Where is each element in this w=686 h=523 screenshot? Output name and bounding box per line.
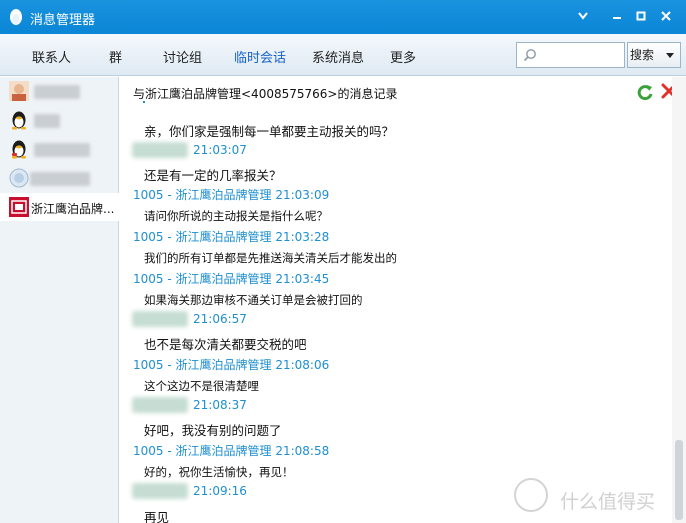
message-text: 亲，你们家是强制每一单都要主动报关的吗？ xyxy=(144,124,395,139)
tab-groups[interactable]: 群 xyxy=(109,47,122,66)
message-text: 再见 xyxy=(144,510,170,523)
maximize-icon xyxy=(636,11,646,21)
avatar-photo-icon xyxy=(9,81,29,101)
blurred-name xyxy=(30,172,90,186)
message-text: 我们的所有订单都是先推送海关清关后才能发出的 xyxy=(144,251,397,265)
message-text: 好的，祝你生活愉快，再见！ xyxy=(144,465,294,479)
blurred-sender xyxy=(132,142,188,158)
search-button[interactable]: 搜索 xyxy=(627,42,681,68)
qq-penguin-icon xyxy=(12,140,26,159)
message-time: 21:09:16 xyxy=(193,484,247,498)
contact-item[interactable] xyxy=(0,77,119,105)
contact-name: 浙江鹰泊品牌... xyxy=(31,202,115,216)
message-meta: 1005 - 浙江鹰泊品牌管理 21:03:28 xyxy=(133,228,329,245)
message-sender: 1005 - 浙江鹰泊品牌管理 xyxy=(133,272,272,286)
message-text: 也不是每次清关都要交税的吧 xyxy=(144,337,307,352)
refresh-icon[interactable] xyxy=(636,83,654,101)
blurred-sender xyxy=(132,483,188,499)
caret-down-icon xyxy=(666,53,674,58)
window-title: 消息管理器 xyxy=(30,13,96,28)
blurred-name xyxy=(34,85,80,99)
close-button[interactable] xyxy=(655,6,677,26)
search-box xyxy=(516,42,625,68)
message-time: 21:03:28 xyxy=(275,230,330,244)
message-sender: 1005 - 浙江鹰泊品牌管理 xyxy=(133,444,272,458)
message-time: 21:03:09 xyxy=(275,188,330,202)
message-time: 21:03:45 xyxy=(275,272,330,286)
message-time: 21:06:57 xyxy=(193,312,247,326)
contact-item-selected[interactable]: 浙江鹰泊品牌... xyxy=(0,193,119,221)
message-meta: 1005 - 浙江鹰泊品牌管理 21:08:58 xyxy=(133,442,329,459)
scrollbar-thumb[interactable] xyxy=(675,440,683,520)
title-bar: 消息管理器 xyxy=(0,0,686,34)
message-text: 请问你所说的主动报关是指什么呢？ xyxy=(144,209,328,223)
tab-discussion-groups[interactable]: 讨论组 xyxy=(163,47,202,66)
close-icon xyxy=(661,11,671,21)
watermark-text: 什么值得买 xyxy=(560,491,656,513)
tab-more[interactable]: 更多 xyxy=(390,47,416,66)
message-sender: 1005 - 浙江鹰泊品牌管理 xyxy=(133,358,272,372)
blurred-sender xyxy=(132,397,188,413)
scroll-marker xyxy=(143,101,145,103)
brand-logo-icon xyxy=(9,197,29,217)
message-text: 还是有一定的几率报关？ xyxy=(144,168,282,183)
message-time: 21:08:06 xyxy=(275,358,330,372)
search-icon xyxy=(523,49,536,62)
minimize-button[interactable] xyxy=(606,6,628,26)
contact-item[interactable] xyxy=(0,164,119,192)
message-time: 21:03:07 xyxy=(193,143,247,157)
contact-list: 浙江鹰泊品牌... xyxy=(0,77,119,523)
search-input[interactable] xyxy=(541,45,621,65)
message-meta: 1005 - 浙江鹰泊品牌管理 21:08:06 xyxy=(133,356,329,373)
contact-item[interactable] xyxy=(0,135,119,163)
watermark-logo xyxy=(514,478,548,512)
blurred-name xyxy=(34,143,90,157)
search-button-label: 搜索 xyxy=(630,48,655,62)
message-meta: 1005 - 浙江鹰泊品牌管理 21:03:09 xyxy=(133,186,329,203)
message-text: 好吧，我没有别的问题了 xyxy=(144,423,282,438)
message-sender: 1005 - 浙江鹰泊品牌管理 xyxy=(133,230,272,244)
message-text: 如果海关那边审核不通关订单是会被打回的 xyxy=(144,293,363,307)
round-avatar-icon xyxy=(9,168,29,188)
message-text: 这个这边不是很清楚哩 xyxy=(144,379,259,393)
chevron-down-icon xyxy=(578,12,588,20)
qq-penguin-icon xyxy=(10,9,22,25)
message-panel: 与浙江鹰泊品牌管理<4008575766>的消息记录 亲，你们家是强制每一单都要… xyxy=(120,77,686,523)
minimize-icon xyxy=(613,17,621,19)
message-meta: 1005 - 浙江鹰泊品牌管理 21:03:45 xyxy=(133,270,329,287)
tab-temporary-chats[interactable]: 临时会话 xyxy=(234,47,286,66)
maximize-button[interactable] xyxy=(630,6,652,26)
message-sender: 1005 - 浙江鹰泊品牌管理 xyxy=(133,188,272,202)
toolbar: 联系人 群 讨论组 临时会话 系统消息 更多 搜索 xyxy=(0,34,686,76)
contact-item[interactable] xyxy=(0,106,119,134)
blurred-sender xyxy=(132,311,188,327)
message-time: 21:08:58 xyxy=(275,444,330,458)
dropdown-menu-button[interactable] xyxy=(572,6,594,26)
tab-contacts[interactable]: 联系人 xyxy=(32,47,71,66)
tab-system-messages[interactable]: 系统消息 xyxy=(312,47,364,66)
qq-penguin-icon xyxy=(12,111,26,130)
record-title: 与浙江鹰泊品牌管理<4008575766>的消息记录 xyxy=(133,87,398,101)
blurred-name xyxy=(34,114,60,128)
message-time: 21:08:37 xyxy=(193,398,247,412)
